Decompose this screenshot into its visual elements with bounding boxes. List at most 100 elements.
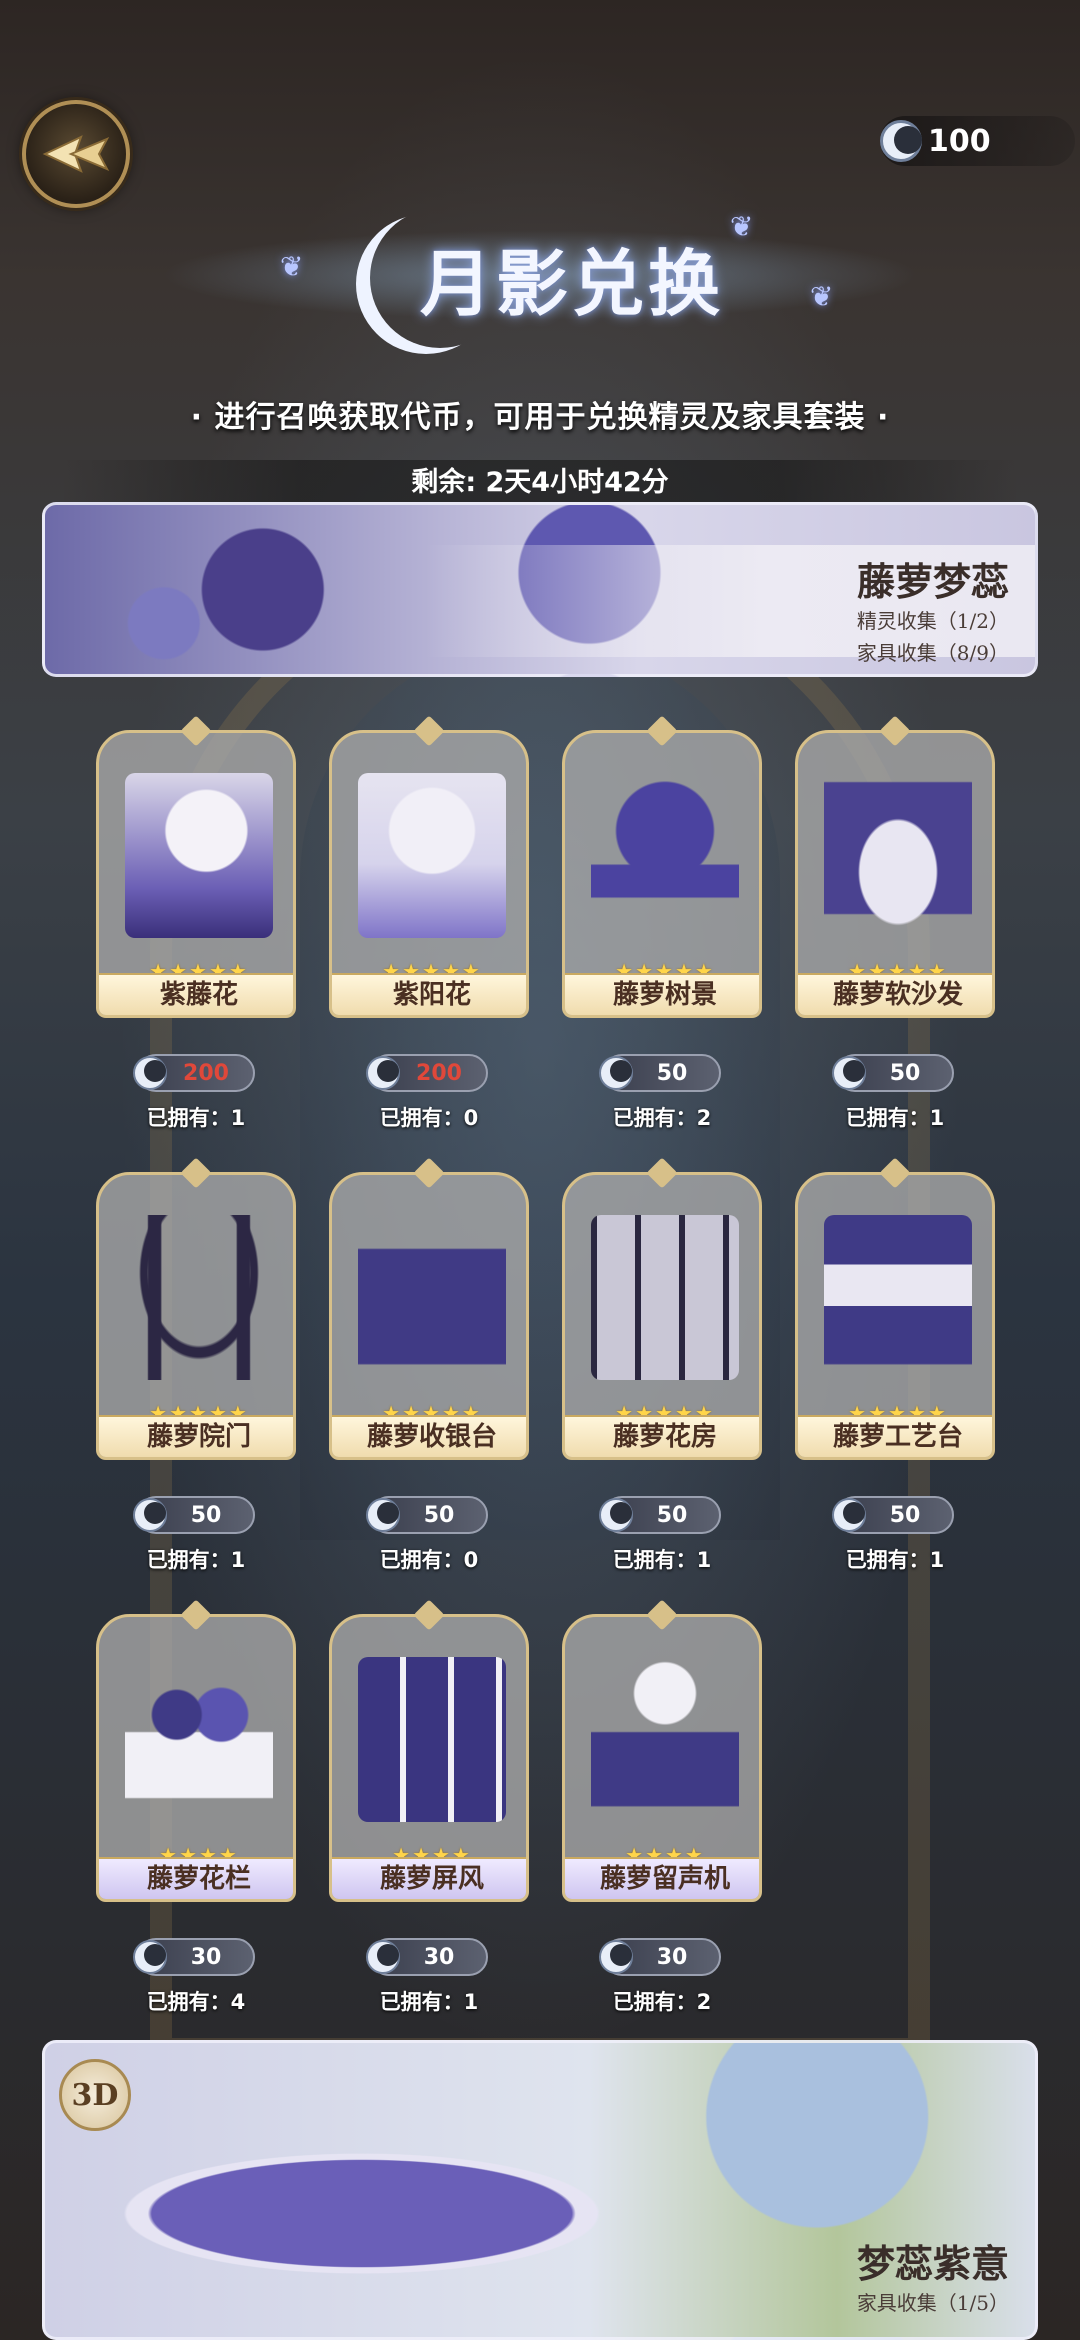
price-tag[interactable]: 50 bbox=[133, 1496, 255, 1534]
item-card[interactable]: ★★★★★ 紫阳花 bbox=[329, 712, 529, 1018]
owned-count: 已拥有：1 bbox=[612, 1548, 712, 1572]
owned-count: 已拥有：1 bbox=[845, 1106, 945, 1130]
butterfly-icon: ❦ bbox=[810, 280, 834, 313]
item-name: 紫藤花 bbox=[99, 973, 293, 1015]
item-name: 藤萝花房 bbox=[565, 1415, 759, 1457]
price-value: 200 bbox=[416, 1060, 462, 1086]
item-image bbox=[125, 773, 273, 938]
card-frame: ★★★★ 藤萝花栏 bbox=[96, 1614, 296, 1902]
butterfly-icon: ❦ bbox=[280, 250, 304, 283]
card-frame: ★★★★★ 藤萝软沙发 bbox=[795, 730, 995, 1018]
owned-count: 已拥有：0 bbox=[379, 1106, 479, 1130]
card-frame: ★★★★★ 藤萝花房 bbox=[562, 1172, 762, 1460]
item-card[interactable]: ★★★★ 藤萝留声机 bbox=[562, 1596, 762, 1902]
item-card[interactable]: ★★★★ 藤萝花栏 bbox=[96, 1596, 296, 1902]
item-card[interactable]: ★★★★★ 藤萝软沙发 bbox=[795, 712, 995, 1018]
card-frame: ★★★★★ 藤萝工艺台 bbox=[795, 1172, 995, 1460]
set-banner-mengrui[interactable]: 3D 梦蕊紫意 家具收集（1/5） bbox=[42, 2040, 1038, 2340]
price-tag[interactable]: 30 bbox=[366, 1938, 488, 1976]
item-name: 藤萝留声机 bbox=[565, 1857, 759, 1899]
card-frame: ★★★★★ 藤萝收银台 bbox=[329, 1172, 529, 1460]
currency-display[interactable]: 100 bbox=[880, 116, 1075, 166]
moon-coin-icon bbox=[366, 1498, 400, 1532]
3d-badge[interactable]: 3D bbox=[59, 2059, 131, 2131]
item-name: 藤萝屏风 bbox=[332, 1857, 526, 1899]
price-value: 50 bbox=[889, 1502, 921, 1528]
item-image bbox=[125, 1215, 273, 1380]
back-button[interactable] bbox=[22, 100, 130, 208]
card-frame: ★★★★ 藤萝留声机 bbox=[562, 1614, 762, 1902]
owned-count: 已拥有：1 bbox=[845, 1548, 945, 1572]
price-value: 30 bbox=[423, 1944, 455, 1970]
price-value: 200 bbox=[183, 1060, 229, 1086]
page-subtitle: · 进行召唤获取代币，可用于兑换精灵及家具套装 · bbox=[190, 400, 890, 435]
price-tag[interactable]: 30 bbox=[133, 1938, 255, 1976]
price-tag[interactable]: 50 bbox=[599, 1496, 721, 1534]
price-tag[interactable]: 200 bbox=[133, 1054, 255, 1092]
item-name: 紫阳花 bbox=[332, 973, 526, 1015]
price-tag[interactable]: 50 bbox=[832, 1496, 954, 1534]
moon-coin-icon bbox=[366, 1056, 400, 1090]
item-name: 藤萝花栏 bbox=[99, 1857, 293, 1899]
item-image bbox=[591, 773, 739, 938]
item-card[interactable]: ★★★★★ 紫藤花 bbox=[96, 712, 296, 1018]
item-card[interactable]: ★★★★★ 藤萝院门 bbox=[96, 1154, 296, 1460]
set-banner-tengluo[interactable]: 藤萝梦蕊 精灵收集（1/2） 家具收集（8/9） bbox=[42, 502, 1038, 677]
moon-coin-icon bbox=[133, 1940, 167, 1974]
item-card[interactable]: ★★★★ 藤萝屏风 bbox=[329, 1596, 529, 1902]
moon-coin-icon bbox=[133, 1056, 167, 1090]
card-frame: ★★★★★ 紫阳花 bbox=[329, 730, 529, 1018]
set-name: 梦蕊紫意 bbox=[856, 2241, 1009, 2286]
item-image bbox=[591, 1657, 739, 1822]
butterfly-icon: ❦ bbox=[730, 210, 754, 243]
item-name: 藤萝收银台 bbox=[332, 1415, 526, 1457]
back-arrow-icon bbox=[42, 135, 110, 173]
price-value: 50 bbox=[656, 1502, 688, 1528]
card-frame: ★★★★★ 藤萝院门 bbox=[96, 1172, 296, 1460]
furniture-collect-progress: 家具收集（1/5） bbox=[856, 2291, 1009, 2315]
title-logo: ❦ ❦ ❦ 月影兑换 bbox=[120, 190, 960, 360]
price-tag[interactable]: 30 bbox=[599, 1938, 721, 1976]
owned-count: 已拥有：1 bbox=[379, 1990, 479, 2014]
item-name: 藤萝树景 bbox=[565, 973, 759, 1015]
item-name: 藤萝院门 bbox=[99, 1415, 293, 1457]
price-value: 50 bbox=[656, 1060, 688, 1086]
price-value: 50 bbox=[190, 1502, 222, 1528]
item-image bbox=[125, 1657, 273, 1822]
item-image bbox=[358, 1215, 506, 1380]
moon-coin-icon bbox=[366, 1940, 400, 1974]
item-image bbox=[591, 1215, 739, 1380]
price-tag[interactable]: 50 bbox=[832, 1054, 954, 1092]
item-image bbox=[824, 1215, 972, 1380]
furniture-collect-progress: 家具收集（8/9） bbox=[856, 641, 1009, 665]
owned-count: 已拥有：2 bbox=[612, 1106, 712, 1130]
remaining-time: 剩余: 2天4小时42分 bbox=[60, 460, 1020, 506]
price-value: 50 bbox=[889, 1060, 921, 1086]
moon-coin-icon bbox=[599, 1498, 633, 1532]
price-tag[interactable]: 50 bbox=[366, 1496, 488, 1534]
moon-coin-icon bbox=[880, 120, 922, 162]
card-frame: ★★★★ 藤萝屏风 bbox=[329, 1614, 529, 1902]
owned-count: 已拥有：1 bbox=[146, 1106, 246, 1130]
price-value: 50 bbox=[423, 1502, 455, 1528]
item-image bbox=[824, 773, 972, 938]
moon-coin-icon bbox=[133, 1498, 167, 1532]
price-value: 30 bbox=[190, 1944, 222, 1970]
item-card[interactable]: ★★★★★ 藤萝花房 bbox=[562, 1154, 762, 1460]
price-tag[interactable]: 200 bbox=[366, 1054, 488, 1092]
set-name: 藤萝梦蕊 bbox=[856, 559, 1009, 604]
item-image bbox=[358, 773, 506, 938]
card-frame: ★★★★★ 紫藤花 bbox=[96, 730, 296, 1018]
spirit-collect-progress: 精灵收集（1/2） bbox=[856, 609, 1009, 633]
item-name: 藤萝工艺台 bbox=[798, 1415, 992, 1457]
item-image bbox=[358, 1657, 506, 1822]
item-card[interactable]: ★★★★★ 藤萝工艺台 bbox=[795, 1154, 995, 1460]
owned-count: 已拥有：2 bbox=[612, 1990, 712, 2014]
item-card[interactable]: ★★★★★ 藤萝收银台 bbox=[329, 1154, 529, 1460]
price-tag[interactable]: 50 bbox=[599, 1054, 721, 1092]
owned-count: 已拥有：0 bbox=[379, 1548, 479, 1572]
moon-coin-icon bbox=[832, 1498, 866, 1532]
item-card[interactable]: ★★★★★ 藤萝树景 bbox=[562, 712, 762, 1018]
price-value: 30 bbox=[656, 1944, 688, 1970]
moon-coin-icon bbox=[832, 1056, 866, 1090]
